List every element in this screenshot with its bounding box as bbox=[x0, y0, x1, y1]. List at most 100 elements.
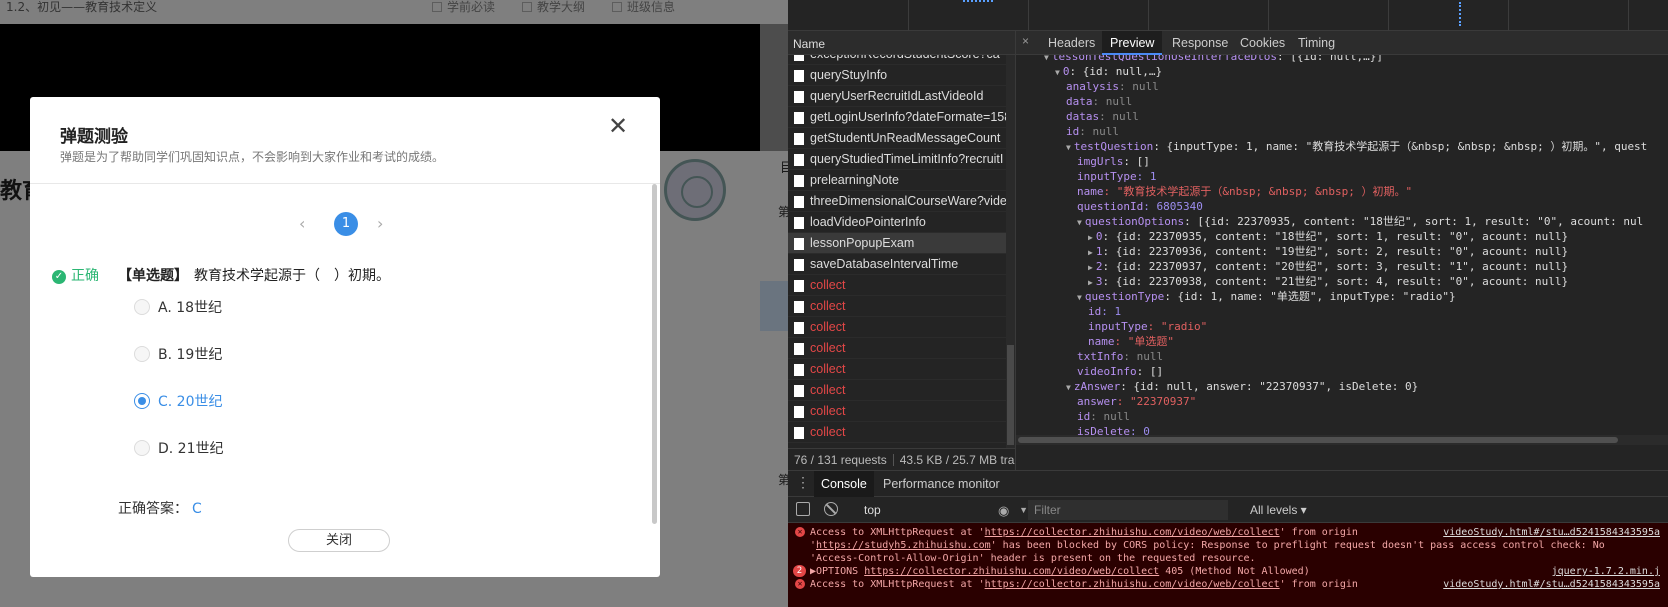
expanded-triangle-icon[interactable]: ▼ bbox=[1055, 68, 1060, 77]
json-value: : [] bbox=[1123, 155, 1150, 168]
json-line[interactable]: id: null bbox=[1066, 124, 1119, 139]
request-row[interactable]: getLoginUserInfo?dateFormate=158 bbox=[788, 107, 1006, 128]
json-line[interactable]: analysis: null bbox=[1066, 79, 1159, 94]
tab-timing[interactable]: Timing bbox=[1298, 36, 1335, 50]
json-line[interactable]: ▼ questionOptions: [{id: 22370935, conten… bbox=[1077, 214, 1643, 229]
json-line[interactable]: inputType: "radio" bbox=[1088, 319, 1207, 334]
source-link[interactable]: videoStudy.html#/stu…d5241584343595a bbox=[1437, 578, 1660, 591]
file-icon bbox=[794, 175, 804, 187]
network-timeline[interactable] bbox=[788, 0, 1668, 31]
json-line[interactable]: ▶ 2: {id: 22370937, content: "20世纪", sort… bbox=[1088, 259, 1568, 274]
request-list-scrollbar[interactable] bbox=[1006, 55, 1015, 448]
json-line[interactable]: id: 1 bbox=[1088, 304, 1121, 319]
request-row[interactable]: queryStuyInfo bbox=[788, 65, 1006, 86]
json-line[interactable]: inputType: 1 bbox=[1077, 169, 1156, 184]
json-line[interactable]: ▶ 1: {id: 22370936, content: "19世纪", sort… bbox=[1088, 244, 1568, 259]
more-icon[interactable]: ⋮ bbox=[796, 474, 810, 491]
message-link[interactable]: https://studyh5.zhihuishu.com bbox=[816, 540, 991, 551]
collapsed-triangle-icon[interactable]: ▶ bbox=[1088, 248, 1093, 257]
request-row[interactable]: collect bbox=[788, 401, 1006, 422]
json-line[interactable]: ▶ 3: {id: 22370938, content: "21世纪", sort… bbox=[1088, 274, 1568, 289]
json-key: questionId bbox=[1077, 200, 1144, 213]
request-row[interactable]: exceptionRecordStudentScore?ca bbox=[788, 55, 1006, 65]
eye-icon[interactable]: ◉ bbox=[998, 503, 1009, 519]
request-row[interactable]: queryUserRecruitIdLastVideoId bbox=[788, 86, 1006, 107]
tab-cookies[interactable]: Cookies bbox=[1240, 36, 1285, 50]
clear-console-icon[interactable] bbox=[824, 502, 838, 516]
close-button[interactable]: 关闭 bbox=[288, 529, 390, 552]
json-line[interactable]: ▼ questionType: {id: 1, name: "单选题", inpu… bbox=[1077, 289, 1456, 304]
message-link[interactable]: https://collector.zhihuishu.com/video/we… bbox=[864, 566, 1159, 577]
request-row[interactable]: saveDatabaseIntervalTime bbox=[788, 254, 1006, 275]
tab-performance-monitor[interactable]: Performance monitor bbox=[876, 471, 1007, 497]
expanded-triangle-icon[interactable]: ▼ bbox=[1044, 55, 1049, 62]
json-line[interactable]: answer: "22370937" bbox=[1077, 394, 1196, 409]
json-line[interactable]: ▼ zAnswer: {id: null, answer: "22370937",… bbox=[1066, 379, 1418, 394]
source-link[interactable]: videoStudy.html#/stu…d5241584343595a bbox=[1437, 526, 1660, 539]
json-line[interactable]: imgUrls: [] bbox=[1077, 154, 1150, 169]
json-line[interactable]: name: "教育技术学起源于（&nbsp; &nbsp; &nbsp; ）初期… bbox=[1077, 184, 1412, 199]
close-icon[interactable]: × bbox=[1022, 34, 1029, 48]
collapsed-triangle-icon[interactable]: ▶ bbox=[1088, 263, 1093, 272]
filter-input[interactable] bbox=[1028, 500, 1228, 520]
json-line[interactable]: ▼ lessonTestQuestionUseInterfaceDtos: [{i… bbox=[1044, 55, 1383, 64]
expanded-triangle-icon[interactable]: ▼ bbox=[1066, 143, 1071, 152]
source-link[interactable]: jquery-1.7.2.min.j bbox=[1545, 565, 1660, 578]
tab-response[interactable]: Response bbox=[1172, 36, 1228, 50]
request-row[interactable]: collect bbox=[788, 380, 1006, 401]
answer-option[interactable]: D. 21世纪 bbox=[134, 438, 224, 458]
scroll-thumb[interactable] bbox=[1007, 345, 1014, 445]
message-link[interactable]: https://collector.zhihuishu.com/video/we… bbox=[985, 579, 1280, 590]
page-number[interactable]: 1 bbox=[334, 212, 358, 236]
json-line[interactable]: ▼ testQuestion: {inputType: 1, name: "教育技… bbox=[1066, 139, 1647, 154]
tab-headers[interactable]: Headers bbox=[1048, 36, 1095, 50]
json-key: lessonTestQuestionUseInterfaceDtos bbox=[1051, 55, 1277, 63]
answer-option[interactable]: B. 19世纪 bbox=[134, 344, 222, 364]
chevron-right-icon[interactable]: › bbox=[377, 214, 383, 233]
radio-button[interactable] bbox=[134, 440, 150, 456]
request-row[interactable]: queryStudiedTimeLimitInfo?recruitI bbox=[788, 149, 1006, 170]
option-label: C. 20世纪 bbox=[158, 394, 223, 410]
json-line[interactable]: questionId: 6805340 bbox=[1077, 199, 1203, 214]
json-line[interactable]: data: null bbox=[1066, 94, 1132, 109]
request-row[interactable]: collect bbox=[788, 359, 1006, 380]
request-row[interactable]: getStudentUnReadMessageCount bbox=[788, 128, 1006, 149]
collapsed-triangle-icon[interactable]: ▶ bbox=[1088, 233, 1093, 242]
request-row[interactable]: collect bbox=[788, 422, 1006, 443]
close-icon[interactable]: ✕ bbox=[605, 113, 631, 139]
name-column-header[interactable]: Name bbox=[788, 31, 1016, 55]
message-text: Access to XMLHttpRequest at ' bbox=[810, 527, 985, 538]
request-row[interactable]: lessonPopupExam bbox=[788, 233, 1006, 254]
expanded-triangle-icon[interactable]: ▼ bbox=[1077, 293, 1082, 302]
radio-button[interactable] bbox=[134, 346, 150, 362]
scroll-thumb[interactable] bbox=[1018, 437, 1618, 443]
tab-preview[interactable]: Preview bbox=[1102, 31, 1163, 55]
answer-option[interactable]: C. 20世纪 bbox=[134, 391, 223, 411]
expanded-triangle-icon[interactable]: ▼ bbox=[1077, 218, 1082, 227]
request-row[interactable]: collect bbox=[788, 296, 1006, 317]
json-line[interactable]: videoInfo: [] bbox=[1077, 364, 1163, 379]
chevron-left-icon[interactable]: ‹ bbox=[299, 214, 305, 233]
request-row[interactable]: collect bbox=[788, 317, 1006, 338]
sidebar-toggle-icon[interactable] bbox=[796, 502, 810, 516]
json-line[interactable]: id: null bbox=[1077, 409, 1130, 424]
collapsed-triangle-icon[interactable]: ▶ bbox=[1088, 278, 1093, 287]
request-row[interactable]: loadVideoPointerInfo bbox=[788, 212, 1006, 233]
json-line[interactable]: ▶ 0: {id: 22370935, content: "18世纪", sort… bbox=[1088, 229, 1568, 244]
tab-console[interactable]: Console bbox=[814, 471, 874, 497]
radio-button[interactable] bbox=[134, 299, 150, 315]
log-levels-select[interactable]: All levels ▾ bbox=[1250, 503, 1307, 517]
json-line[interactable]: name: "单选题" bbox=[1088, 334, 1174, 349]
request-row[interactable]: collect bbox=[788, 338, 1006, 359]
answer-option[interactable]: A. 18世纪 bbox=[134, 297, 222, 317]
request-row[interactable]: threeDimensionalCourseWare?vide bbox=[788, 191, 1006, 212]
json-line[interactable]: ▼ 0: {id: null,…} bbox=[1055, 64, 1162, 79]
json-line[interactable]: txtInfo: null bbox=[1077, 349, 1163, 364]
radio-button[interactable] bbox=[134, 393, 150, 409]
expanded-triangle-icon[interactable]: ▼ bbox=[1066, 383, 1071, 392]
preview-scrollbar[interactable] bbox=[1016, 435, 1668, 445]
request-row[interactable]: prelearningNote bbox=[788, 170, 1006, 191]
json-line[interactable]: datas: null bbox=[1066, 109, 1139, 124]
request-row[interactable]: collect bbox=[788, 275, 1006, 296]
message-link[interactable]: https://collector.zhihuishu.com/video/we… bbox=[985, 527, 1280, 538]
